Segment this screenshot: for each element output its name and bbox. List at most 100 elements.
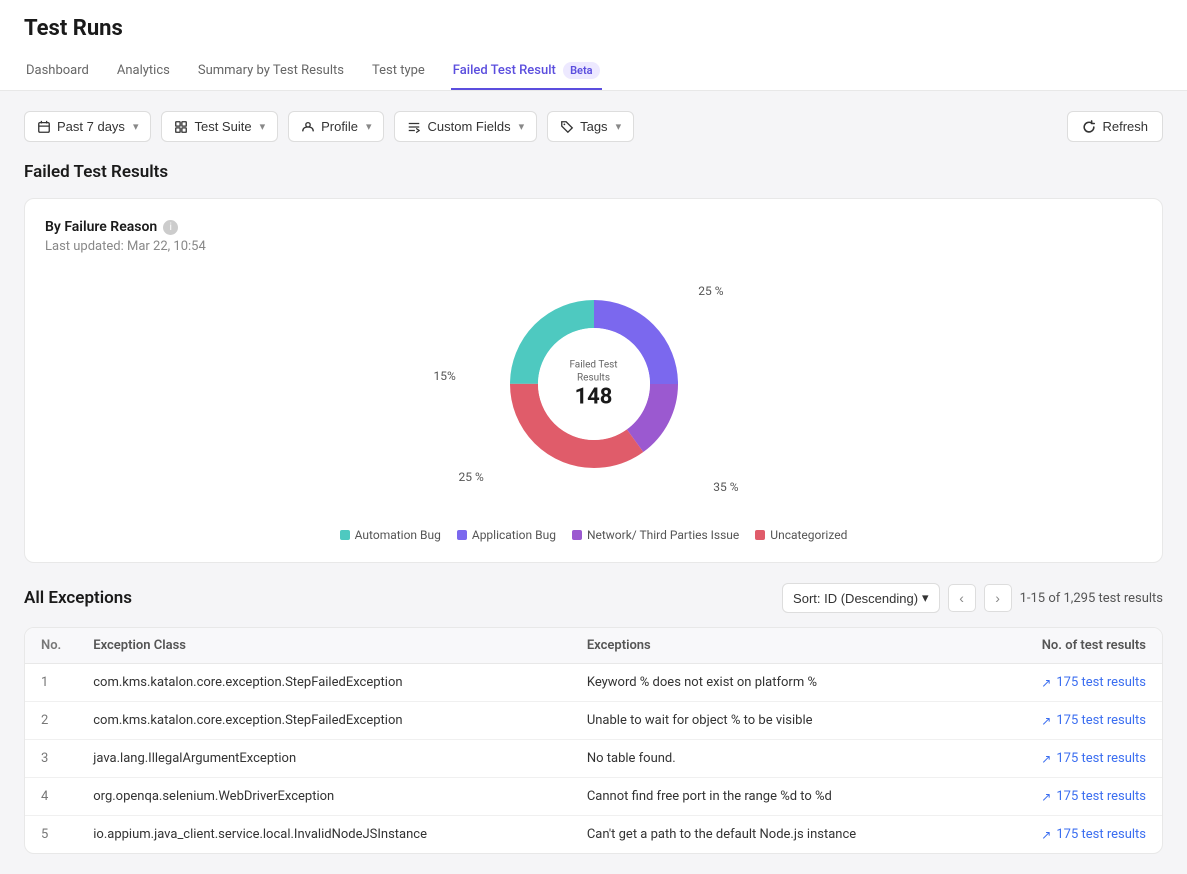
table-row: 2 com.kms.katalon.core.exception.StepFai… [25,702,1162,740]
row-1-exception: Keyword % does not exist on platform % [571,664,978,702]
col-exception: Exceptions [571,628,978,664]
content: Past 7 days ▾ Test Suite ▾ Profile ▾ Cus… [0,91,1187,874]
sort-controls: Sort: ID (Descending) ▾ ‹ › 1-15 of 1,29… [782,583,1163,613]
legend-label-automation: Automation Bug [355,528,441,542]
row-3-exception: No table found. [571,740,978,778]
suite-chevron-icon: ▾ [260,120,266,133]
date-filter-label: Past 7 days [57,119,125,134]
app-container: Test Runs Dashboard Analytics Summary by… [0,0,1187,874]
tab-failed-label: Failed Test Result [453,63,556,78]
custom-fields-filter-label: Custom Fields [427,119,510,134]
legend-uncategorized: Uncategorized [755,528,847,542]
donut-center-label: Failed Test Results [554,359,634,385]
refresh-button[interactable]: Refresh [1067,111,1163,142]
legend-label-application: Application Bug [472,528,556,542]
exceptions-header: All Exceptions Sort: ID (Descending) ▾ ‹… [24,583,1163,613]
row-1-class: com.kms.katalon.core.exception.StepFaile… [77,664,571,702]
tags-chevron-icon: ▾ [616,120,622,133]
sort-label: Sort: ID (Descending) [793,591,918,606]
donut-center-value: 148 [554,385,634,410]
exceptions-section: All Exceptions Sort: ID (Descending) ▾ ‹… [24,583,1163,854]
refresh-icon [1082,120,1096,134]
tab-analytics[interactable]: Analytics [115,53,172,90]
legend-dot-uncategorized [755,530,765,540]
row-5-results: ↗ 175 test results [977,816,1162,854]
row-1-no: 1 [25,664,77,702]
calendar-icon [37,120,51,134]
page-title: Test Runs [24,16,1163,41]
row-3-results: ↗ 175 test results [977,740,1162,778]
row-5-exception: Can't get a path to the default Node.js … [571,816,978,854]
exceptions-table-container: No. Exception Class Exceptions No. of te… [24,627,1163,854]
row-3-results-link[interactable]: ↗ 175 test results [993,751,1146,766]
table-row: 5 io.appium.java_client.service.local.In… [25,816,1162,854]
row-4-results: ↗ 175 test results [977,778,1162,816]
prev-page-button[interactable]: ‹ [948,584,976,612]
legend-label-uncategorized: Uncategorized [770,528,847,542]
table-body: 1 com.kms.katalon.core.exception.StepFai… [25,664,1162,854]
tags-filter-button[interactable]: Tags ▾ [547,111,634,142]
pct-bottom-right: 35 % [713,480,738,494]
last-updated: Last updated: Mar 22, 10:54 [45,239,1142,254]
chart-legend: Automation Bug Application Bug Network/ … [340,528,848,542]
next-page-button[interactable]: › [984,584,1012,612]
row-1-results-link[interactable]: ↗ 175 test results [993,675,1146,690]
pagination-info: 1-15 of 1,295 test results [1020,591,1163,606]
beta-badge: Beta [563,62,600,79]
table-header: No. Exception Class Exceptions No. of te… [25,628,1162,664]
suite-filter-button[interactable]: Test Suite ▾ [161,111,278,142]
tab-summary[interactable]: Summary by Test Results [196,53,346,90]
external-link-icon: ↗ [1041,714,1051,728]
row-2-no: 2 [25,702,77,740]
exceptions-title: All Exceptions [24,588,132,608]
pct-bottom-left: 25 % [459,470,484,484]
custom-fields-icon [407,120,421,134]
row-2-results-link[interactable]: ↗ 175 test results [993,713,1146,728]
pct-top-right: 25 % [698,284,723,298]
legend-automation-bug: Automation Bug [340,528,441,542]
col-class: Exception Class [77,628,571,664]
info-icon[interactable]: i [163,220,178,235]
row-4-no: 4 [25,778,77,816]
filters-bar: Past 7 days ▾ Test Suite ▾ Profile ▾ Cus… [24,111,1163,142]
profile-chevron-icon: ▾ [366,120,372,133]
legend-network: Network/ Third Parties Issue [572,528,739,542]
col-results: No. of test results [977,628,1162,664]
row-4-results-link[interactable]: ↗ 175 test results [993,789,1146,804]
tab-testtype[interactable]: Test type [370,53,427,90]
by-failure-header: By Failure Reason i [45,219,1142,235]
header: Test Runs Dashboard Analytics Summary by… [0,0,1187,91]
sort-chevron-icon: ▾ [922,590,929,606]
legend-dot-network [572,530,582,540]
table-header-row: No. Exception Class Exceptions No. of te… [25,628,1162,664]
row-5-results-link[interactable]: ↗ 175 test results [993,827,1146,842]
table-row: 4 org.openqa.selenium.WebDriverException… [25,778,1162,816]
custom-fields-filter-button[interactable]: Custom Fields ▾ [394,111,537,142]
failure-reason-card: By Failure Reason i Last updated: Mar 22… [24,198,1163,563]
row-3-class: java.lang.IllegalArgumentException [77,740,571,778]
tab-dashboard[interactable]: Dashboard [24,53,91,90]
pct-left: 15% [434,369,456,383]
legend-dot-automation [340,530,350,540]
tags-icon [560,120,574,134]
profile-filter-button[interactable]: Profile ▾ [288,111,384,142]
table-row: 1 com.kms.katalon.core.exception.StepFai… [25,664,1162,702]
external-link-icon: ↗ [1041,790,1051,804]
date-filter-button[interactable]: Past 7 days ▾ [24,111,151,142]
external-link-icon: ↗ [1041,752,1051,766]
suite-filter-label: Test Suite [194,119,251,134]
refresh-label: Refresh [1102,119,1148,134]
date-chevron-icon: ▾ [133,120,139,133]
failed-results-title: Failed Test Results [24,162,1163,182]
row-2-exception: Unable to wait for object % to be visibl… [571,702,978,740]
col-no: No. [25,628,77,664]
profile-icon [301,120,315,134]
tags-filter-label: Tags [580,119,607,134]
suite-icon [174,120,188,134]
sort-button[interactable]: Sort: ID (Descending) ▾ [782,583,940,613]
tab-failed[interactable]: Failed Test Result Beta [451,53,602,90]
row-5-no: 5 [25,816,77,854]
row-3-no: 3 [25,740,77,778]
row-5-class: io.appium.java_client.service.local.Inva… [77,816,571,854]
by-failure-title: By Failure Reason [45,219,157,235]
